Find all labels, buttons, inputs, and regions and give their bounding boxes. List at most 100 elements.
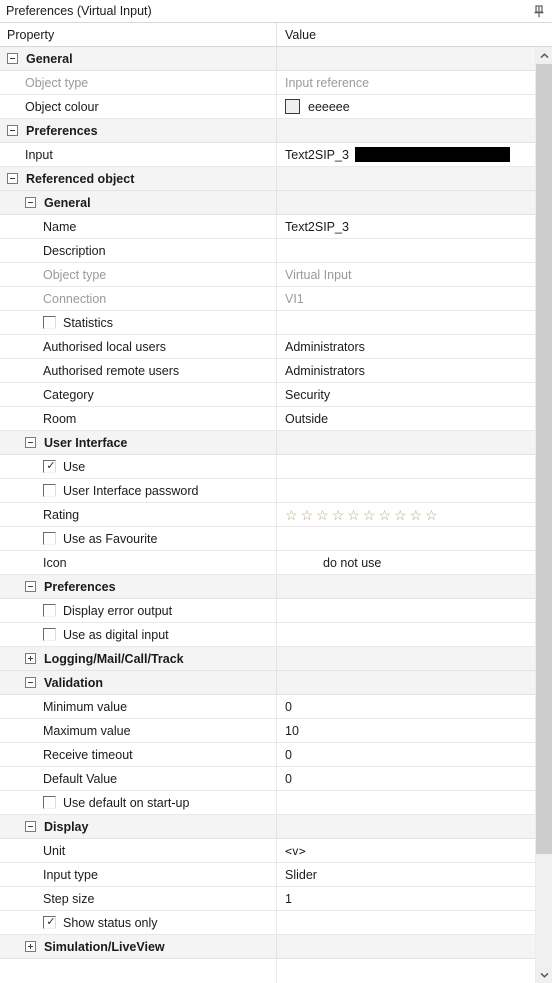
star-icon[interactable]: ☆: [394, 508, 407, 522]
checkbox-display-error-output[interactable]: [43, 604, 56, 617]
property-row-object-colour[interactable]: Object colour eeeeee: [0, 95, 535, 119]
property-row-use-as-favourite[interactable]: Use as Favourite: [0, 527, 535, 551]
scrollbar-track[interactable]: [536, 64, 552, 966]
property-row-authorised-local-users[interactable]: Authorised local users Administrators: [0, 335, 535, 359]
value-cell[interactable]: 0: [277, 695, 535, 718]
value-cell[interactable]: Text2SIP_3: [277, 143, 535, 166]
star-icon[interactable]: ☆: [316, 508, 329, 522]
property-row-rating[interactable]: Rating ☆ ☆ ☆ ☆ ☆ ☆ ☆ ☆ ☆ ☆: [0, 503, 535, 527]
property-row-unit[interactable]: Unit <v>: [0, 839, 535, 863]
value-cell[interactable]: [277, 911, 535, 934]
star-icon[interactable]: ☆: [378, 508, 391, 522]
value-cell[interactable]: Text2SIP_3: [277, 215, 535, 238]
value-cell[interactable]: [277, 479, 535, 502]
value-cell[interactable]: 1: [277, 887, 535, 910]
property-row-receive-timeout[interactable]: Receive timeout 0: [0, 743, 535, 767]
property-row-connection[interactable]: Connection VI1: [0, 287, 535, 311]
group-row-display[interactable]: Display: [0, 815, 535, 839]
property-row-description[interactable]: Description: [0, 239, 535, 263]
value-cell[interactable]: [277, 623, 535, 646]
value-cell[interactable]: [277, 791, 535, 814]
value-cell[interactable]: ☆ ☆ ☆ ☆ ☆ ☆ ☆ ☆ ☆ ☆: [277, 503, 535, 526]
checkbox-use-default-on-start-up[interactable]: [43, 796, 56, 809]
property-row-minimum-value[interactable]: Minimum value 0: [0, 695, 535, 719]
collapse-minus-icon[interactable]: [7, 173, 18, 184]
column-header-property[interactable]: Property: [0, 23, 277, 46]
value-cell[interactable]: Virtual Input: [277, 263, 535, 286]
checkbox-statistics[interactable]: [43, 316, 56, 329]
value-cell[interactable]: eeeeee: [277, 95, 535, 118]
expand-plus-icon[interactable]: [25, 653, 36, 664]
group-row-validation[interactable]: Validation: [0, 671, 535, 695]
value-cell[interactable]: Administrators: [277, 335, 535, 358]
group-row-logging-mail-call-track[interactable]: Logging/Mail/Call/Track: [0, 647, 535, 671]
star-icon[interactable]: ☆: [410, 508, 423, 522]
star-icon[interactable]: ☆: [425, 508, 438, 522]
group-row-referenced-object[interactable]: Referenced object: [0, 167, 535, 191]
collapse-minus-icon[interactable]: [25, 581, 36, 592]
checkbox-use-as-favourite[interactable]: [43, 532, 56, 545]
property-row-category[interactable]: Category Security: [0, 383, 535, 407]
value-cell[interactable]: [277, 311, 535, 334]
collapse-minus-icon[interactable]: [25, 821, 36, 832]
vertical-scrollbar[interactable]: [535, 47, 552, 983]
value-cell[interactable]: Outside: [277, 407, 535, 430]
star-icon[interactable]: ☆: [285, 508, 298, 522]
property-row-use[interactable]: ✓ Use: [0, 455, 535, 479]
checkbox-user-interface-password[interactable]: [43, 484, 56, 497]
group-row-general[interactable]: General: [0, 191, 535, 215]
value-cell[interactable]: Input reference: [277, 71, 535, 94]
colour-swatch[interactable]: [285, 99, 300, 114]
property-row-display-error-output[interactable]: Display error output: [0, 599, 535, 623]
property-row-input-type[interactable]: Input type Slider: [0, 863, 535, 887]
property-row-object-type[interactable]: Object type Input reference: [0, 71, 535, 95]
collapse-minus-icon[interactable]: [25, 437, 36, 448]
group-row-user-interface[interactable]: User Interface: [0, 431, 535, 455]
checkbox-show-status-only[interactable]: ✓: [43, 916, 56, 929]
value-cell[interactable]: [277, 455, 535, 478]
property-row-step-size[interactable]: Step size 1: [0, 887, 535, 911]
column-header-value[interactable]: Value: [277, 23, 552, 46]
star-icon[interactable]: ☆: [301, 508, 314, 522]
group-row-general[interactable]: General: [0, 47, 535, 71]
collapse-minus-icon[interactable]: [7, 53, 18, 64]
value-cell[interactable]: [277, 599, 535, 622]
value-cell[interactable]: Slider: [277, 863, 535, 886]
checkbox-use[interactable]: ✓: [43, 460, 56, 473]
rating-stars[interactable]: ☆ ☆ ☆ ☆ ☆ ☆ ☆ ☆ ☆ ☆: [285, 508, 438, 522]
value-cell[interactable]: 10: [277, 719, 535, 742]
property-row-user-interface-password[interactable]: User Interface password: [0, 479, 535, 503]
property-row-input[interactable]: Input Text2SIP_3: [0, 143, 535, 167]
group-row-preferences[interactable]: Preferences: [0, 575, 535, 599]
collapse-minus-icon[interactable]: [7, 125, 18, 136]
collapse-minus-icon[interactable]: [25, 197, 36, 208]
group-row-simulation-liveview[interactable]: Simulation/LiveView: [0, 935, 535, 959]
star-icon[interactable]: ☆: [332, 508, 345, 522]
value-cell[interactable]: Administrators: [277, 359, 535, 382]
pushpin-icon[interactable]: [530, 2, 548, 20]
property-row-icon[interactable]: Icon do not use: [0, 551, 535, 575]
star-icon[interactable]: ☆: [347, 508, 360, 522]
value-cell[interactable]: <v>: [277, 839, 535, 862]
chevron-down-icon[interactable]: [536, 966, 552, 983]
property-row-use-default-on-start-up[interactable]: Use default on start-up: [0, 791, 535, 815]
value-cell[interactable]: do not use: [277, 551, 535, 574]
value-cell[interactable]: 0: [277, 767, 535, 790]
property-row-maximum-value[interactable]: Maximum value 10: [0, 719, 535, 743]
expand-plus-icon[interactable]: [25, 941, 36, 952]
property-row-use-as-digital-input[interactable]: Use as digital input: [0, 623, 535, 647]
checkbox-use-as-digital-input[interactable]: [43, 628, 56, 641]
chevron-up-icon[interactable]: [536, 47, 552, 64]
star-icon[interactable]: ☆: [363, 508, 376, 522]
property-row-statistics[interactable]: Statistics: [0, 311, 535, 335]
property-row-authorised-remote-users[interactable]: Authorised remote users Administrators: [0, 359, 535, 383]
property-row-show-status-only[interactable]: ✓ Show status only: [0, 911, 535, 935]
group-row-preferences[interactable]: Preferences: [0, 119, 535, 143]
collapse-minus-icon[interactable]: [25, 677, 36, 688]
property-row-room[interactable]: Room Outside: [0, 407, 535, 431]
value-cell[interactable]: Security: [277, 383, 535, 406]
value-cell[interactable]: [277, 527, 535, 550]
scrollbar-thumb[interactable]: [536, 64, 552, 854]
value-cell[interactable]: [277, 239, 535, 262]
property-row-default-value[interactable]: Default Value 0: [0, 767, 535, 791]
